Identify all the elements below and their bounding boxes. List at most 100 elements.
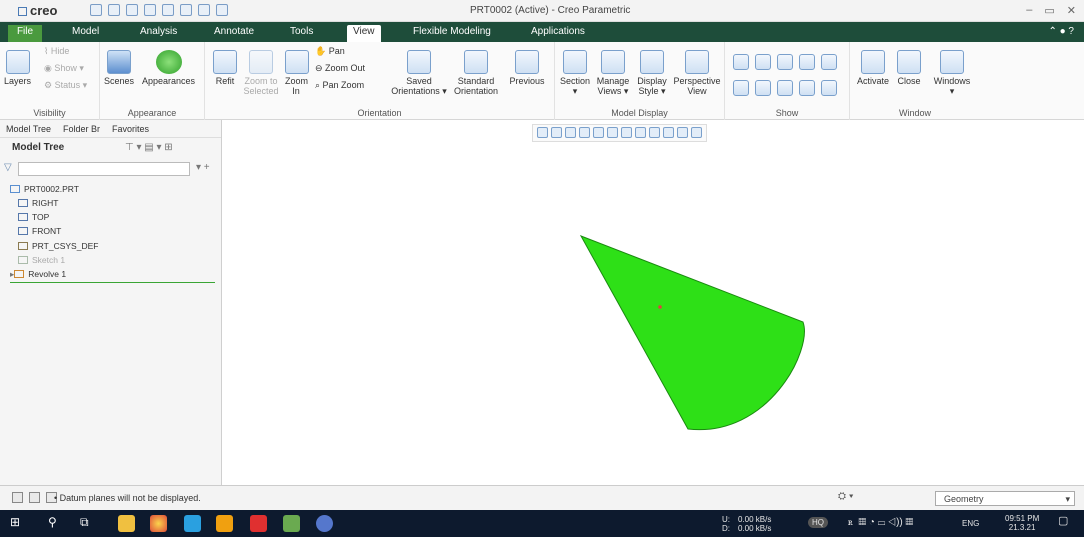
- clock[interactable]: 09:51 PM 21.3.21: [1005, 514, 1039, 532]
- restore-button[interactable]: ▭: [1044, 4, 1054, 17]
- point-tag-icon[interactable]: [777, 80, 793, 96]
- creo-icon[interactable]: [283, 515, 300, 532]
- tab-file[interactable]: File: [8, 25, 42, 42]
- status-button[interactable]: ⚙ Status ▾: [44, 80, 87, 90]
- axis-display-icon[interactable]: [755, 54, 771, 70]
- group-orientation: Refit Zoom to Selected Zoom In ✋ Pan ⊖ Z…: [205, 42, 555, 120]
- redo-icon[interactable]: [162, 4, 174, 16]
- find-icon[interactable]: ⛭ ▾: [838, 491, 854, 502]
- tab-analysis[interactable]: Analysis: [134, 25, 183, 42]
- tree-item[interactable]: PRT0002.PRT: [10, 183, 98, 194]
- graphics-area[interactable]: [223, 120, 1084, 485]
- windows-button[interactable]: Windows ▾: [930, 50, 974, 96]
- tab-model[interactable]: Model: [66, 25, 105, 42]
- tree-item[interactable]: FRONT: [10, 226, 98, 237]
- tree-item-label: TOP: [32, 212, 50, 223]
- refit-button[interactable]: Refit: [213, 50, 237, 86]
- notifications-icon[interactable]: ▢: [1058, 516, 1068, 527]
- standard-orientation-icon: [464, 50, 488, 74]
- pdf-reader-icon[interactable]: [250, 515, 267, 532]
- language-indicator[interactable]: ENG: [962, 519, 979, 528]
- task-view-icon[interactable]: ⧉: [80, 515, 97, 532]
- manage-views-button[interactable]: Manage Views ▾: [595, 50, 631, 96]
- tree-item[interactable]: ▸ Revolve 1: [10, 269, 98, 280]
- tab-flexible-modeling[interactable]: Flexible Modeling: [407, 25, 497, 42]
- tab-view[interactable]: View: [347, 25, 381, 42]
- perspective-view-button[interactable]: Perspective View: [673, 50, 721, 96]
- feature-icon: [18, 227, 28, 236]
- app-icon[interactable]: [184, 515, 201, 532]
- selection-filter[interactable]: Geometry ▾: [935, 491, 1075, 506]
- pan-button[interactable]: ✋ Pan: [315, 46, 345, 56]
- tab-annotate[interactable]: Annotate: [208, 25, 260, 42]
- file-explorer-icon[interactable]: [118, 515, 135, 532]
- search-icon[interactable]: ⚲: [48, 515, 65, 532]
- windows-icon[interactable]: [198, 4, 210, 16]
- tree-item-label: Sketch 1: [32, 254, 66, 265]
- group-model-display: Section ▾ Manage Views ▾ Display Style ▾…: [555, 42, 725, 120]
- layers-button[interactable]: Layers: [4, 50, 31, 86]
- plane-tag-icon[interactable]: [733, 80, 749, 96]
- new-icon[interactable]: [90, 4, 102, 16]
- filter-icon[interactable]: ▽: [4, 162, 12, 173]
- tree-settings-icon[interactable]: ⊤ ▾ ▤ ▾ ⊞: [125, 142, 173, 153]
- previous-button[interactable]: Previous: [507, 50, 547, 86]
- browser-icon[interactable]: [316, 515, 333, 532]
- chrome-icon[interactable]: [150, 515, 167, 532]
- matlab-icon[interactable]: [216, 515, 233, 532]
- status-message: • Datum planes will not be displayed.: [54, 493, 201, 503]
- app-logo: creo: [18, 3, 57, 18]
- save-icon[interactable]: [126, 4, 138, 16]
- zoom-selected-button[interactable]: Zoom to Selected: [241, 50, 281, 96]
- section-button[interactable]: Section ▾: [559, 50, 591, 96]
- start-icon[interactable]: ⊞: [10, 515, 27, 532]
- display-style-button[interactable]: Display Style ▾: [635, 50, 669, 96]
- tree-item-label: RIGHT: [32, 197, 59, 208]
- feature-icon: [14, 270, 25, 279]
- close-button[interactable]: ✕: [1067, 4, 1076, 17]
- quick-access-toolbar: [90, 4, 228, 16]
- tab-model-tree[interactable]: Model Tree: [6, 124, 51, 134]
- standard-orientation-button[interactable]: Standard Orientation: [453, 50, 499, 96]
- csys-tag-icon[interactable]: [799, 80, 815, 96]
- minimize-button[interactable]: –: [1026, 4, 1032, 17]
- regenerate-icon[interactable]: [180, 4, 192, 16]
- open-icon[interactable]: [108, 4, 120, 16]
- ribbon-collapse-icon[interactable]: ⌃ ● ?: [1048, 26, 1074, 37]
- zoom-in-button[interactable]: Zoom In: [285, 50, 309, 96]
- tab-folder-browser[interactable]: Folder Br: [63, 124, 100, 134]
- status-bar: • Datum planes will not be displayed. ⛭ …: [0, 485, 1084, 510]
- axis-tag-icon[interactable]: [755, 80, 771, 96]
- windows-icon: [940, 50, 964, 74]
- tree-search-input[interactable]: [18, 162, 190, 176]
- tree-item[interactable]: Sketch 1: [10, 254, 98, 265]
- close-window-button[interactable]: Close: [894, 50, 924, 86]
- show-button[interactable]: ◉ Show ▾: [44, 63, 84, 73]
- appearances-button[interactable]: Appearances: [142, 50, 195, 86]
- hide-button[interactable]: ⌇ Hide: [44, 46, 69, 56]
- hq-badge[interactable]: HQ: [808, 517, 828, 528]
- close-window-icon[interactable]: [216, 4, 228, 16]
- tree-item[interactable]: PRT_CSYS_DEF: [10, 240, 98, 251]
- activate-button[interactable]: Activate: [854, 50, 892, 86]
- tab-tools[interactable]: Tools: [284, 25, 319, 42]
- point-display-icon[interactable]: [777, 54, 793, 70]
- scenes-button[interactable]: Scenes: [104, 50, 134, 86]
- undo-icon[interactable]: [144, 4, 156, 16]
- tree-item[interactable]: TOP: [10, 212, 98, 223]
- csys-display-icon[interactable]: [799, 54, 815, 70]
- plane-display-icon[interactable]: [733, 54, 749, 70]
- saved-orientations-button[interactable]: Saved Orientations ▾: [391, 50, 447, 96]
- tag-display-icon[interactable]: [821, 54, 837, 70]
- search-options-icon[interactable]: ▾ +: [196, 162, 210, 173]
- tab-favorites[interactable]: Favorites: [112, 124, 149, 134]
- csys-origin: [658, 305, 662, 309]
- zoom-out-button[interactable]: ⊖ Zoom Out: [315, 63, 365, 73]
- pan-zoom-button[interactable]: ⌕ Pan Zoom: [315, 80, 364, 90]
- tree-item[interactable]: RIGHT: [10, 197, 98, 208]
- tray-icons[interactable]: ꭱ ▦ ◔ ▭ ◁)) ▦: [848, 518, 913, 528]
- spin-center-icon[interactable]: [821, 80, 837, 96]
- browser-toggle-icon[interactable]: [29, 492, 40, 503]
- tree-toggle-icon[interactable]: [12, 492, 23, 503]
- tab-applications[interactable]: Applications: [525, 25, 591, 42]
